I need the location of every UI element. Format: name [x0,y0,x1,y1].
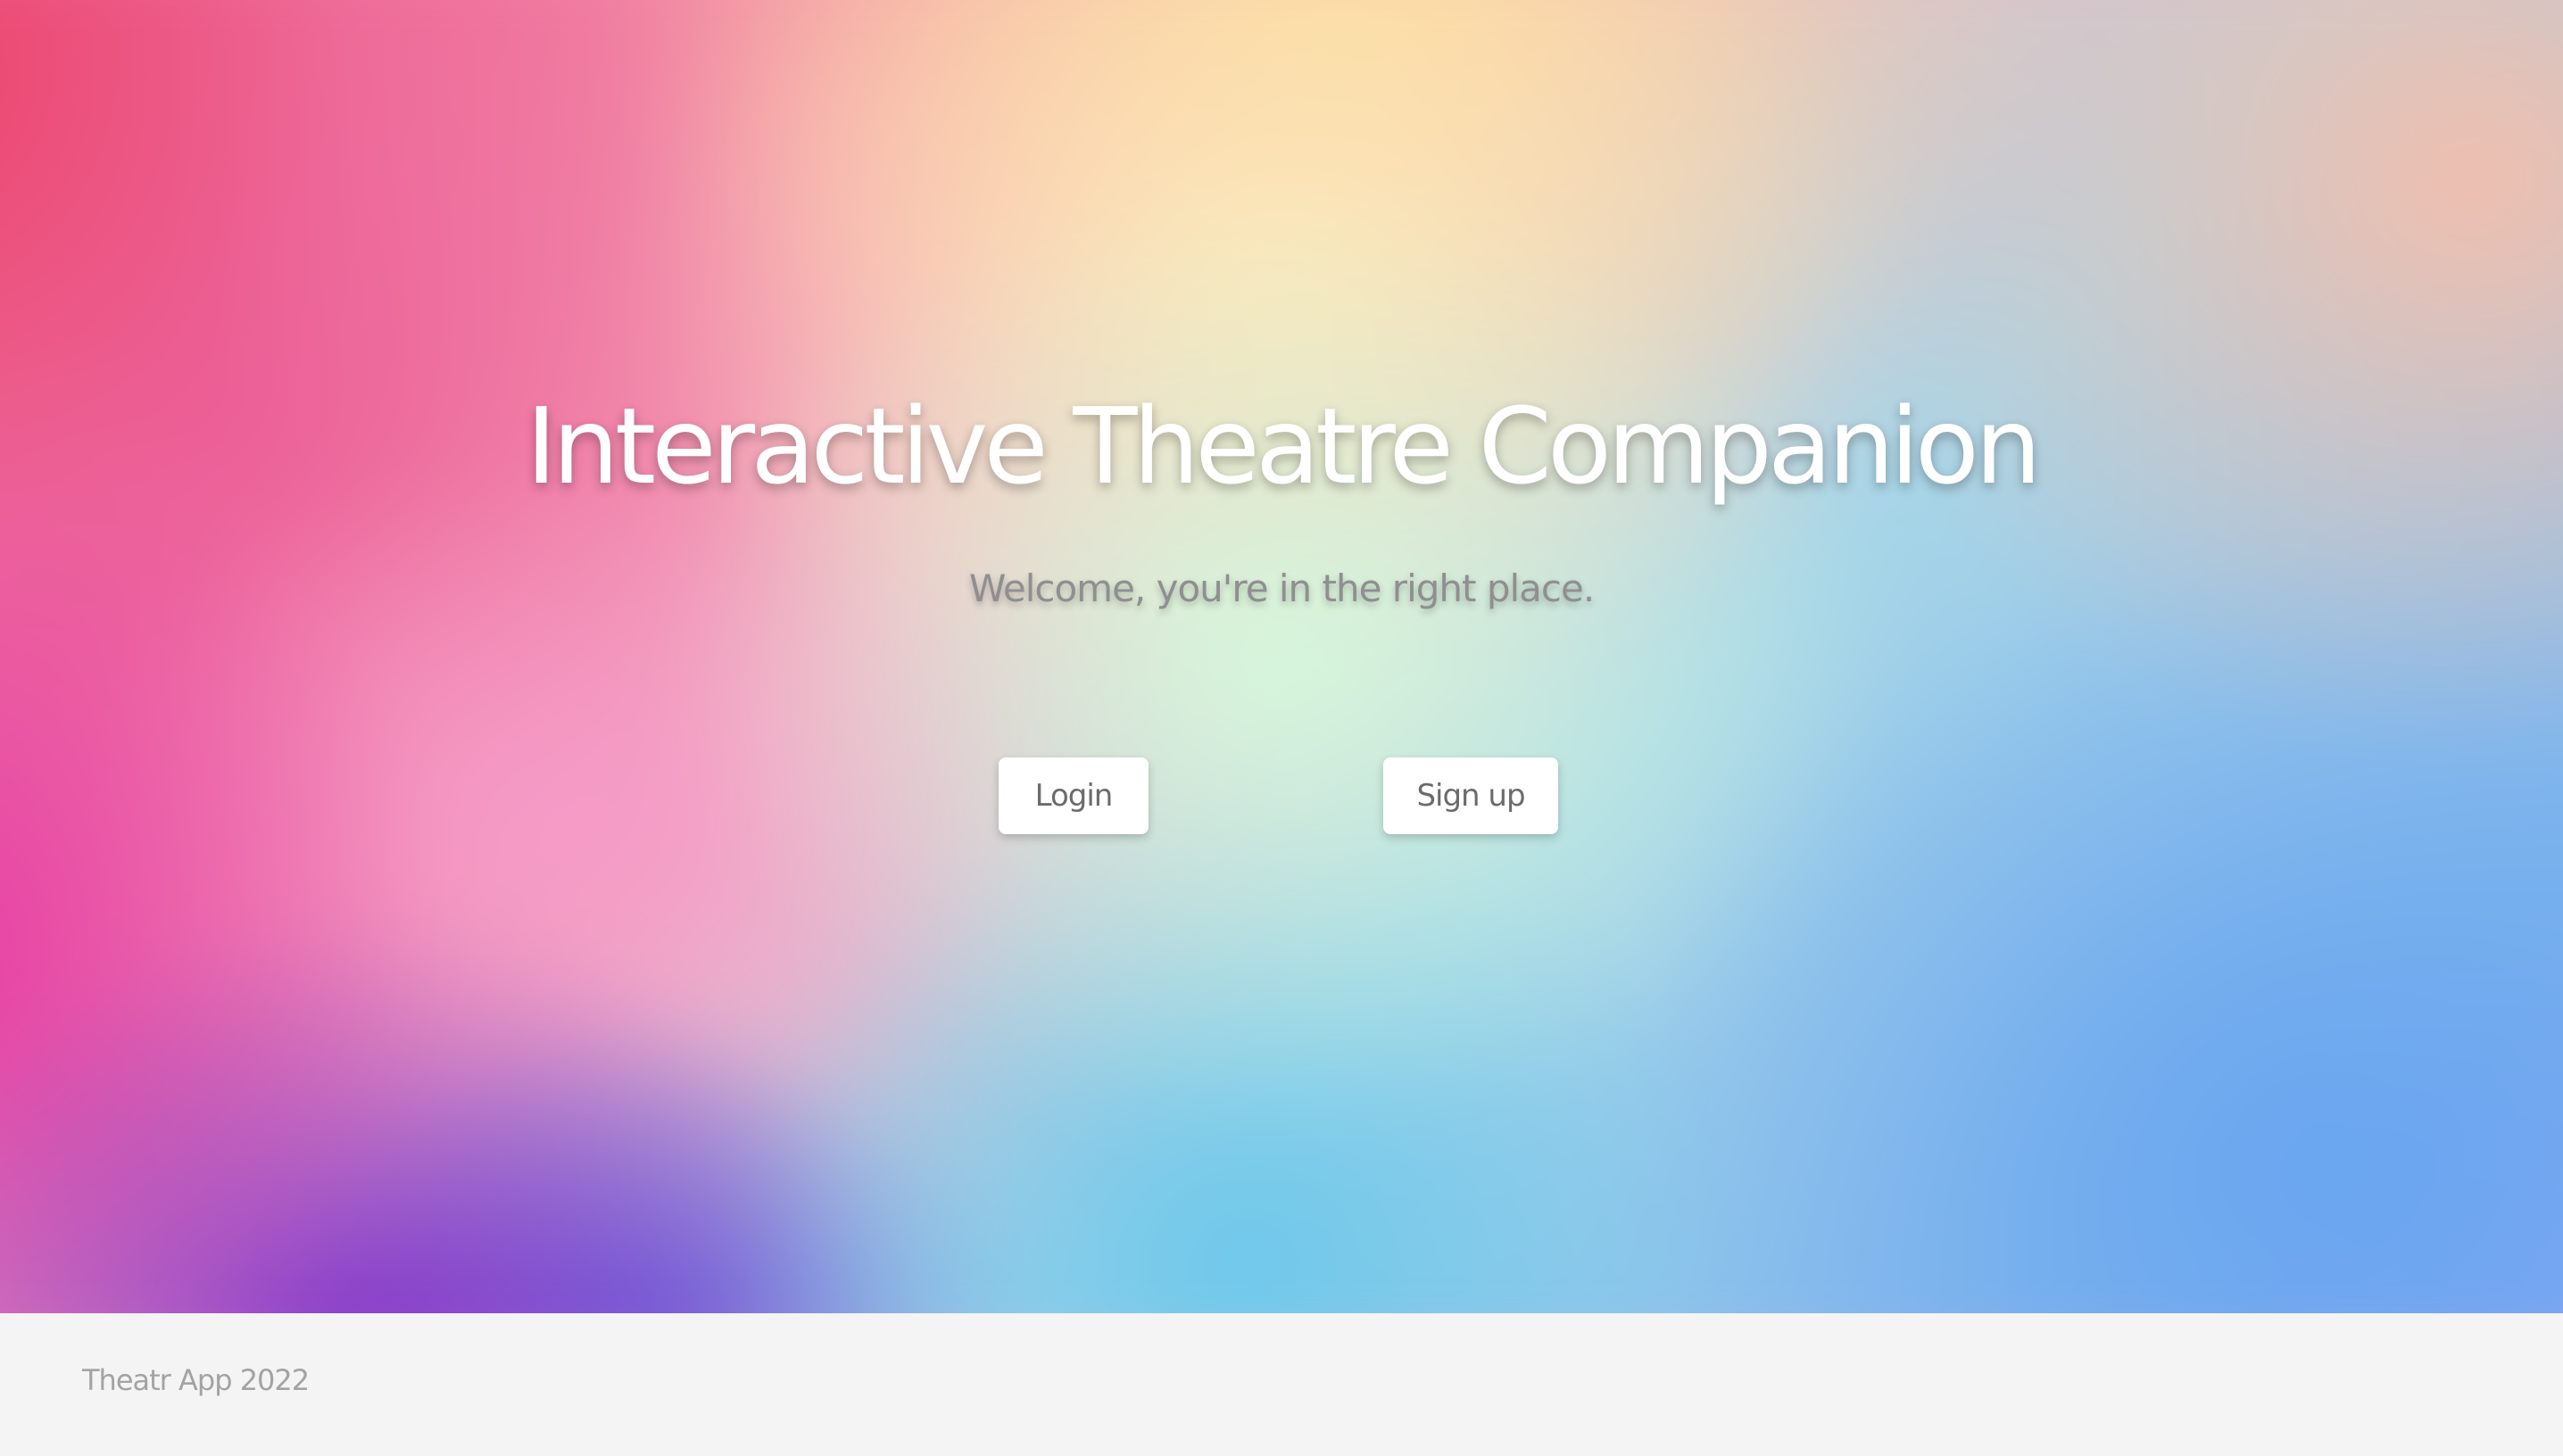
hero-section: Interactive Theatre Companion Welcome, y… [0,0,2563,1313]
footer: Theatr App 2022 [0,1313,2563,1456]
hero-content: Interactive Theatre Companion Welcome, y… [0,0,2563,1313]
welcome-subtitle: Welcome, you're in the right place. [968,567,1595,610]
login-button[interactable]: Login [999,757,1149,834]
footer-copyright: Theatr App 2022 [82,1363,310,1397]
page-title: Interactive Theatre Companion [526,385,2042,508]
signup-button[interactable]: Sign up [1383,757,1558,834]
